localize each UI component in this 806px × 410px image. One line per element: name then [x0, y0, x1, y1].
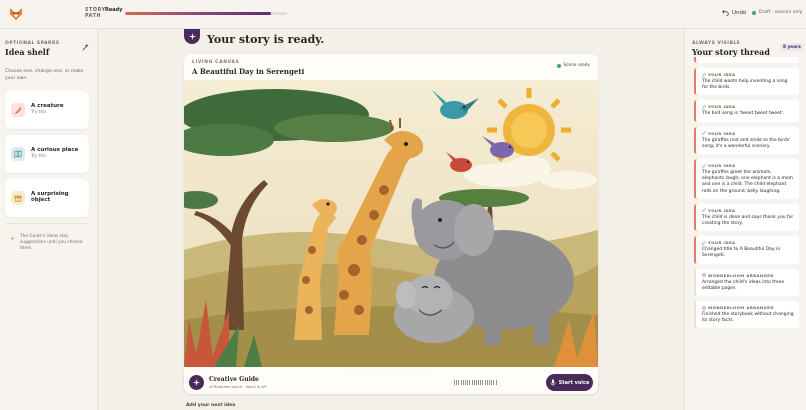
pencil-icon — [702, 208, 706, 213]
scene-status-label: Scene ready — [563, 63, 590, 68]
pencil-icon — [702, 163, 706, 168]
undo-button[interactable]: Undo — [722, 9, 746, 16]
pencil-icon — [702, 240, 706, 245]
thread-card-label: YOUR IDEA — [708, 163, 736, 169]
story-title: A Beautiful Day in Serengeti — [192, 67, 305, 76]
optional-sparks-kicker: OPTIONAL SPARKS — [5, 41, 60, 46]
start-voice-label: Start voice — [558, 379, 590, 386]
spark-hint: Try this — [31, 198, 47, 203]
thread-card-text: The child is done and says thank you for… — [702, 214, 794, 227]
always-visible-kicker: ALWAYS VISIBLE — [692, 41, 741, 46]
thread-card-text: The giraffes greet the animals, elephant… — [702, 170, 793, 194]
thread-card-text: The bird song is 'tweet tweet tweet'. — [702, 111, 785, 117]
spark-card-object[interactable]: A surprising object Try this — [5, 179, 89, 217]
loom-icon — [702, 305, 706, 310]
idea-shelf-subtitle: Choose one, change one, or make your own… — [5, 69, 84, 81]
spark-icon-bg — [11, 103, 25, 117]
living-canvas-kicker: LIVING CANVAS — [192, 60, 240, 65]
living-canvas-card: LIVING CANVAS A Beautiful Day in Serenge… — [184, 54, 598, 394]
thread-card-label: YOUR IDEA — [708, 72, 736, 77]
spark-title: A curious place — [31, 147, 79, 153]
undo-label: Undo — [732, 9, 747, 16]
spark-hint: Try this — [31, 154, 47, 159]
thread-card-label: WONDERLOOM ARRANGED — [708, 272, 774, 278]
creative-guide-bar: Creative Guide AI Realtime voice · Voice… — [184, 371, 598, 394]
thread-card: WONDERLOOM ARRANGED Finished the storybo… — [694, 301, 799, 329]
map-icon — [14, 150, 22, 158]
story-thread-title: Your story thread — [692, 47, 770, 57]
feather-icon — [14, 106, 21, 114]
age-badge: 8 years — [780, 43, 804, 51]
pencil-icon — [702, 131, 706, 136]
story-thread-sidebar: ALWAYS VISIBLE Your story thread 8 years… — [684, 29, 806, 410]
sparkle-icon — [193, 379, 200, 386]
fox-logo-icon — [10, 8, 22, 20]
voice-waveform — [454, 380, 497, 385]
thread-card-text: Finished the storybook without changing … — [702, 312, 794, 324]
guide-avatar — [189, 375, 204, 390]
story-ready-badge — [184, 29, 200, 44]
idea-shelf-sidebar: OPTIONAL SPARKS Idea shelf Choose one, c… — [0, 29, 98, 410]
draft-dot-icon — [752, 10, 756, 15]
gift-icon — [14, 195, 22, 202]
guide-name: Creative Guide — [209, 376, 259, 383]
scene-dot-icon — [557, 63, 562, 68]
story-progress-fill — [125, 12, 271, 15]
thread-card-label: YOUR IDEA — [708, 130, 736, 136]
sparkle-icon — [10, 236, 15, 241]
microphone-icon — [550, 379, 556, 386]
sparkle-icon — [188, 33, 196, 40]
scene-status: Scene ready — [557, 63, 590, 68]
thread-card-text: Changed title to A Beautiful Day in Sere… — [702, 247, 781, 259]
thread-card: YOUR IDEA The giraffes greet the animals… — [694, 159, 799, 199]
undo-icon — [722, 10, 729, 16]
thread-card-label: YOUR IDEA — [708, 240, 736, 246]
thread-card-text: The giraffes nod and smile to the birds'… — [702, 137, 791, 149]
guide-status: AI Realtime voice · Voice is off — [209, 384, 267, 389]
draft-label: Draft · session only — [759, 10, 803, 15]
story-progress-bar — [125, 12, 287, 15]
thread-card-text: Arranged the child's ideas into three ed… — [702, 279, 785, 291]
story-path-label: STORY PATH — [85, 8, 106, 19]
spark-card-place[interactable]: A curious place Try this — [5, 135, 89, 173]
spark-icon-bg — [11, 191, 25, 205]
thread-card: YOUR IDEA The child is done and says tha… — [694, 203, 799, 232]
spark-hint: Try this — [31, 110, 47, 115]
pencil-icon — [702, 72, 706, 77]
story-thread-list: YOUR IDEA The child wants help inventing… — [694, 57, 799, 410]
loom-icon — [702, 273, 706, 277]
thread-card: YOUR IDEA Changed title to A Beautiful D… — [694, 236, 799, 264]
thread-card-partial — [694, 57, 799, 63]
main-area: Your story is ready. LIVING CANVAS A Bea… — [98, 29, 684, 410]
add-next-idea-label: Add your next idea — [186, 403, 236, 408]
spark-title: A creature — [31, 103, 64, 109]
story-illustration — [184, 80, 598, 367]
thread-card: YOUR IDEA The child wants help inventing… — [694, 68, 799, 96]
idea-shelf-title: Idea shelf — [5, 47, 50, 57]
thread-card-label: YOUR IDEA — [708, 104, 736, 110]
spark-card-creature[interactable]: A creature Try this — [5, 91, 89, 129]
pencil-icon — [702, 105, 706, 109]
guide-note: The Guide's ideas stay suggestions until… — [5, 223, 91, 252]
thread-card: YOUR IDEA The giraffes nod and smile to … — [694, 126, 799, 155]
thread-card-label: YOUR IDEA — [708, 207, 736, 213]
draft-status: Draft · session only — [752, 10, 802, 15]
page-title: Your story is ready. — [207, 33, 325, 46]
thread-card-text: The child wants help inventing a song fo… — [702, 79, 788, 91]
thread-card: WONDERLOOM ARRANGED Arranged the child's… — [694, 268, 799, 297]
sparkle-wand-icon[interactable] — [81, 43, 90, 52]
thread-card-label: WONDERLOOM ARRANGED — [708, 305, 774, 311]
story-status: Ready — [105, 7, 123, 13]
guide-note-text: The Guide's ideas stay suggestions until… — [20, 234, 83, 251]
top-bar: STORY PATH Ready Undo Draft · session on… — [0, 0, 806, 29]
spark-icon-bg — [11, 147, 25, 161]
start-voice-button[interactable]: Start voice — [546, 374, 593, 391]
thread-card: YOUR IDEA The bird song is 'tweet tweet … — [694, 100, 799, 122]
